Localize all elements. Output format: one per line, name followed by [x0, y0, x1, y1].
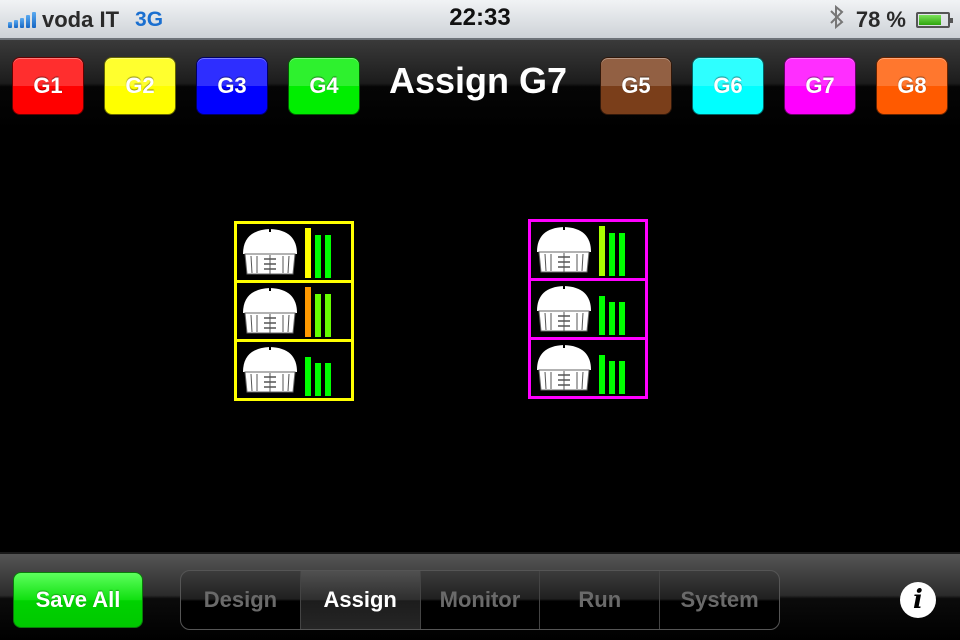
tab-design[interactable]: Design [181, 571, 301, 629]
group-button-label: G4 [309, 73, 339, 98]
group-button-label: G6 [713, 73, 743, 98]
tab-assign[interactable]: Assign [300, 571, 421, 629]
group-button-g4[interactable]: G4 [288, 57, 360, 115]
device-group-g2 [234, 221, 354, 401]
group-button-g8[interactable]: G8 [876, 57, 948, 115]
bluetooth-icon [828, 4, 846, 35]
level-meter-bar [325, 294, 331, 337]
device-cell[interactable] [528, 337, 648, 399]
level-meter-bar [325, 363, 331, 396]
clock: 22:33 [449, 4, 511, 31]
tab-monitor[interactable]: Monitor [421, 571, 541, 629]
level-meter-bar [315, 363, 321, 396]
group-button-g2[interactable]: G2 [104, 57, 176, 115]
level-meter-bar [619, 233, 625, 276]
level-meter-bar [619, 361, 625, 394]
level-meter-bar [599, 355, 605, 394]
group-button-g6[interactable]: G6 [692, 57, 764, 115]
group-button-label: G7 [805, 73, 835, 98]
group-button-g1[interactable]: G1 [12, 57, 84, 115]
level-meter-bar [315, 235, 321, 278]
device-cell[interactable] [528, 219, 648, 281]
level-meter-bar [619, 302, 625, 335]
level-meter-bar [609, 302, 615, 335]
level-meter-bar [599, 226, 605, 276]
level-meter-bar [315, 294, 321, 337]
tab-system[interactable]: System [660, 571, 779, 629]
group-button-label: G2 [125, 73, 155, 98]
battery-icon [916, 12, 953, 28]
device-cell[interactable] [234, 221, 354, 283]
group-button-g5[interactable]: G5 [600, 57, 672, 115]
group-button-g3[interactable]: G3 [196, 57, 268, 115]
group-button-label: G3 [217, 73, 247, 98]
bottom-toolbar: Save All Design Assign Monitor Run System i [0, 552, 960, 640]
battery-percent: 78 % [855, 7, 906, 32]
level-meter-bar [305, 287, 311, 337]
info-button[interactable]: i [900, 582, 936, 618]
tab-run[interactable]: Run [540, 571, 661, 629]
status-bar: voda IT 3G 22:33 78 % [0, 0, 960, 40]
device-cell[interactable] [234, 280, 354, 342]
level-meter-bar [609, 233, 615, 276]
group-toolbar: G1 G2 G3 G4 G5 G6 G7 G8 Assign G7 [0, 40, 960, 130]
device-group-g7 [528, 219, 648, 399]
status-right: 78 % [828, 4, 953, 35]
save-all-button[interactable]: Save All [13, 572, 143, 628]
level-meter-bar [599, 296, 605, 335]
mode-tabs: Design Assign Monitor Run System [180, 570, 780, 630]
group-button-g7[interactable]: G7 [784, 57, 856, 115]
page-title: Assign G7 [388, 60, 568, 101]
group-button-label: G8 [897, 73, 927, 98]
level-meter-bar [609, 361, 615, 394]
level-meter-bar [305, 228, 311, 278]
group-button-label: G5 [621, 73, 651, 98]
group-button-label: G1 [33, 73, 63, 98]
level-meter-bar [305, 357, 311, 396]
device-cell[interactable] [528, 278, 648, 340]
battery-fill [919, 15, 941, 25]
level-meter-bar [325, 235, 331, 278]
info-icon: i [913, 585, 923, 615]
device-cell[interactable] [234, 339, 354, 401]
